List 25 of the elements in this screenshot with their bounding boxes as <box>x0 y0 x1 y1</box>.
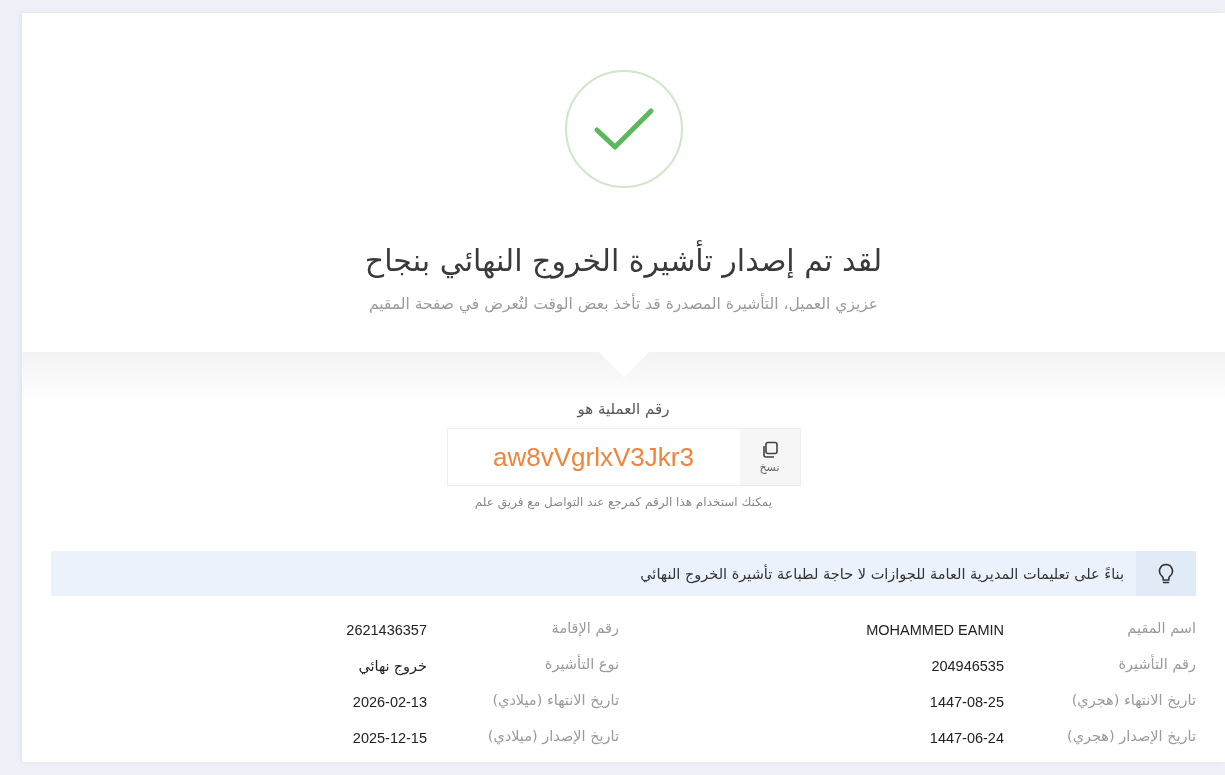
detail-label: رقم التأشيرة <box>1117 656 1196 675</box>
checkmark-icon <box>592 106 655 152</box>
copy-button[interactable]: نسخ <box>739 429 800 485</box>
detail-value: MOHAMMED EAMIN <box>866 622 1004 638</box>
notice-text: بناءً على تعليمات المديرية العامة للجوازات لا حاجة لطباعة تأشيرة الخروج النهائي <box>640 563 1125 586</box>
detail-value: 1447-06-24 <box>929 730 1004 746</box>
detail-label: تاريخ الإصدار (ميلادي) <box>486 728 619 747</box>
detail-value: 2621436357 <box>346 622 427 638</box>
detail-value: خروج نهائي <box>358 658 427 674</box>
copy-icon <box>760 440 779 459</box>
transaction-hint: يمكنك استخدام هذا الرقم كمرجع عند التواصل مع فريق علم <box>474 495 773 509</box>
lightbulb-icon <box>1158 562 1174 585</box>
transaction-code: aw8vVgrlxV3Jkr3 <box>492 440 695 474</box>
detail-label: تاريخ الانتهاء (هجري) <box>1070 692 1196 711</box>
detail-label: نوع التأشيرة <box>543 656 619 675</box>
detail-label: اسم المقيم <box>1126 620 1196 639</box>
detail-value: 2025-12-15 <box>352 730 427 746</box>
detail-value: 2026-02-13 <box>352 694 427 710</box>
success-subtitle: عزيزي العميل، التأشيرة المصدرة قد تأخذ بعض الوقت لتُعرض في صفحة المقيم <box>368 295 879 313</box>
detail-label: رقم الإقامة <box>550 620 619 639</box>
detail-value: 1447-08-25 <box>929 694 1004 710</box>
detail-label: تاريخ الانتهاء (ميلادي) <box>491 692 619 711</box>
transaction-label: رقم العملية هو <box>577 400 670 418</box>
detail-value: 204946535 <box>931 658 1004 674</box>
detail-label: تاريخ الإصدار (هجري) <box>1066 728 1196 747</box>
